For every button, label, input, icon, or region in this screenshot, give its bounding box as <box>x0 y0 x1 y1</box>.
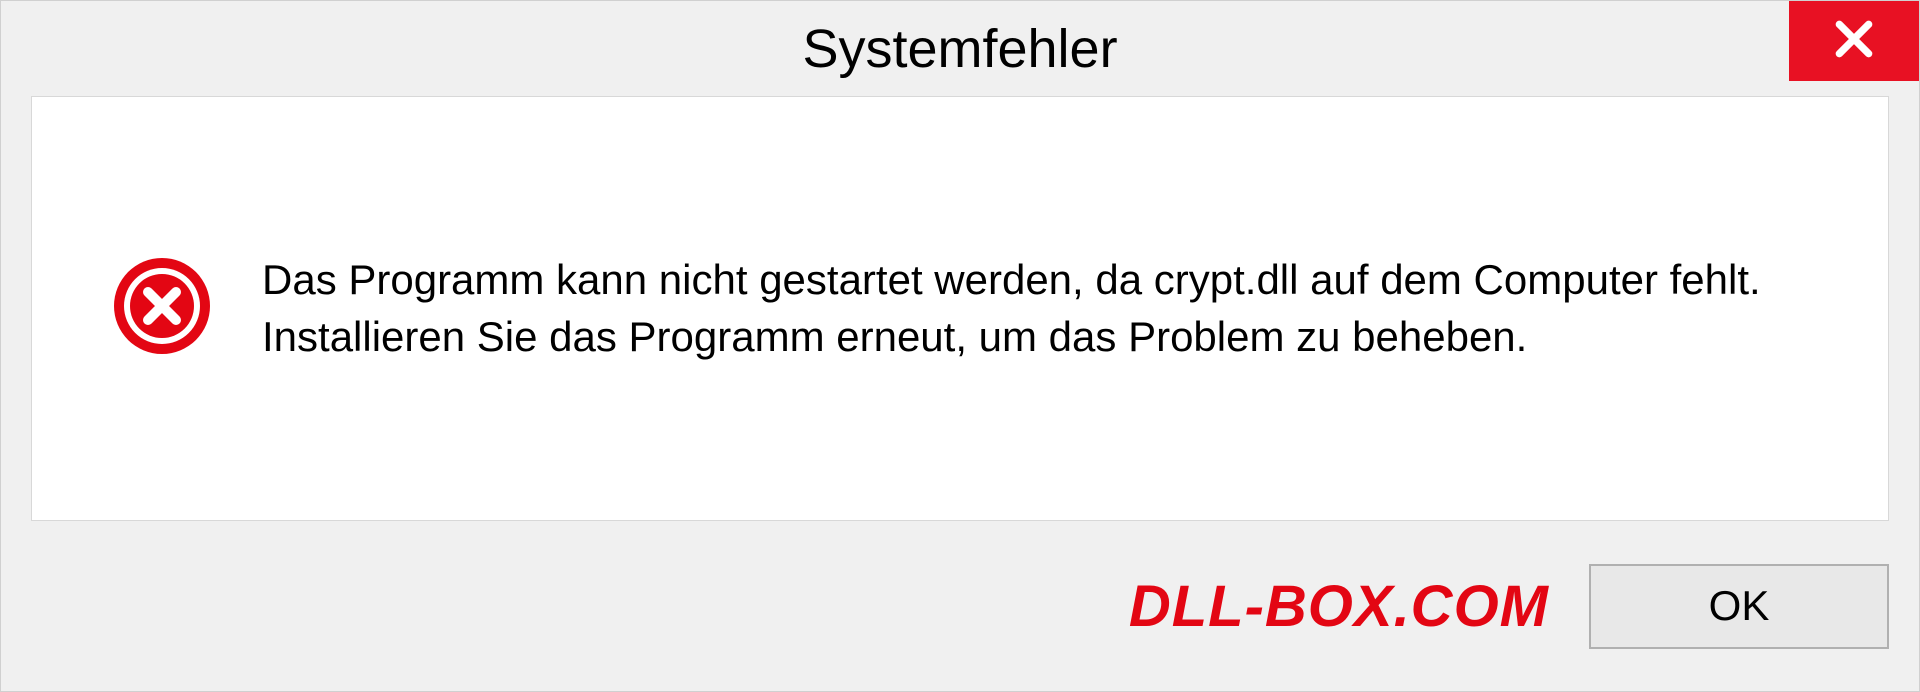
dialog-title: Systemfehler <box>802 18 1117 80</box>
close-button[interactable] <box>1789 1 1919 81</box>
titlebar: Systemfehler <box>1 1 1919 96</box>
watermark-text: DLL-BOX.COM <box>1129 573 1549 640</box>
ok-button[interactable]: OK <box>1589 564 1889 649</box>
content-panel: Das Programm kann nicht gestartet werden… <box>31 96 1889 521</box>
dialog-footer: DLL-BOX.COM OK <box>1 521 1919 691</box>
error-icon <box>112 256 212 361</box>
error-message: Das Programm kann nicht gestartet werden… <box>262 252 1808 365</box>
error-dialog: Systemfehler Das Programm kann nicht ges… <box>0 0 1920 692</box>
close-icon <box>1832 17 1876 66</box>
